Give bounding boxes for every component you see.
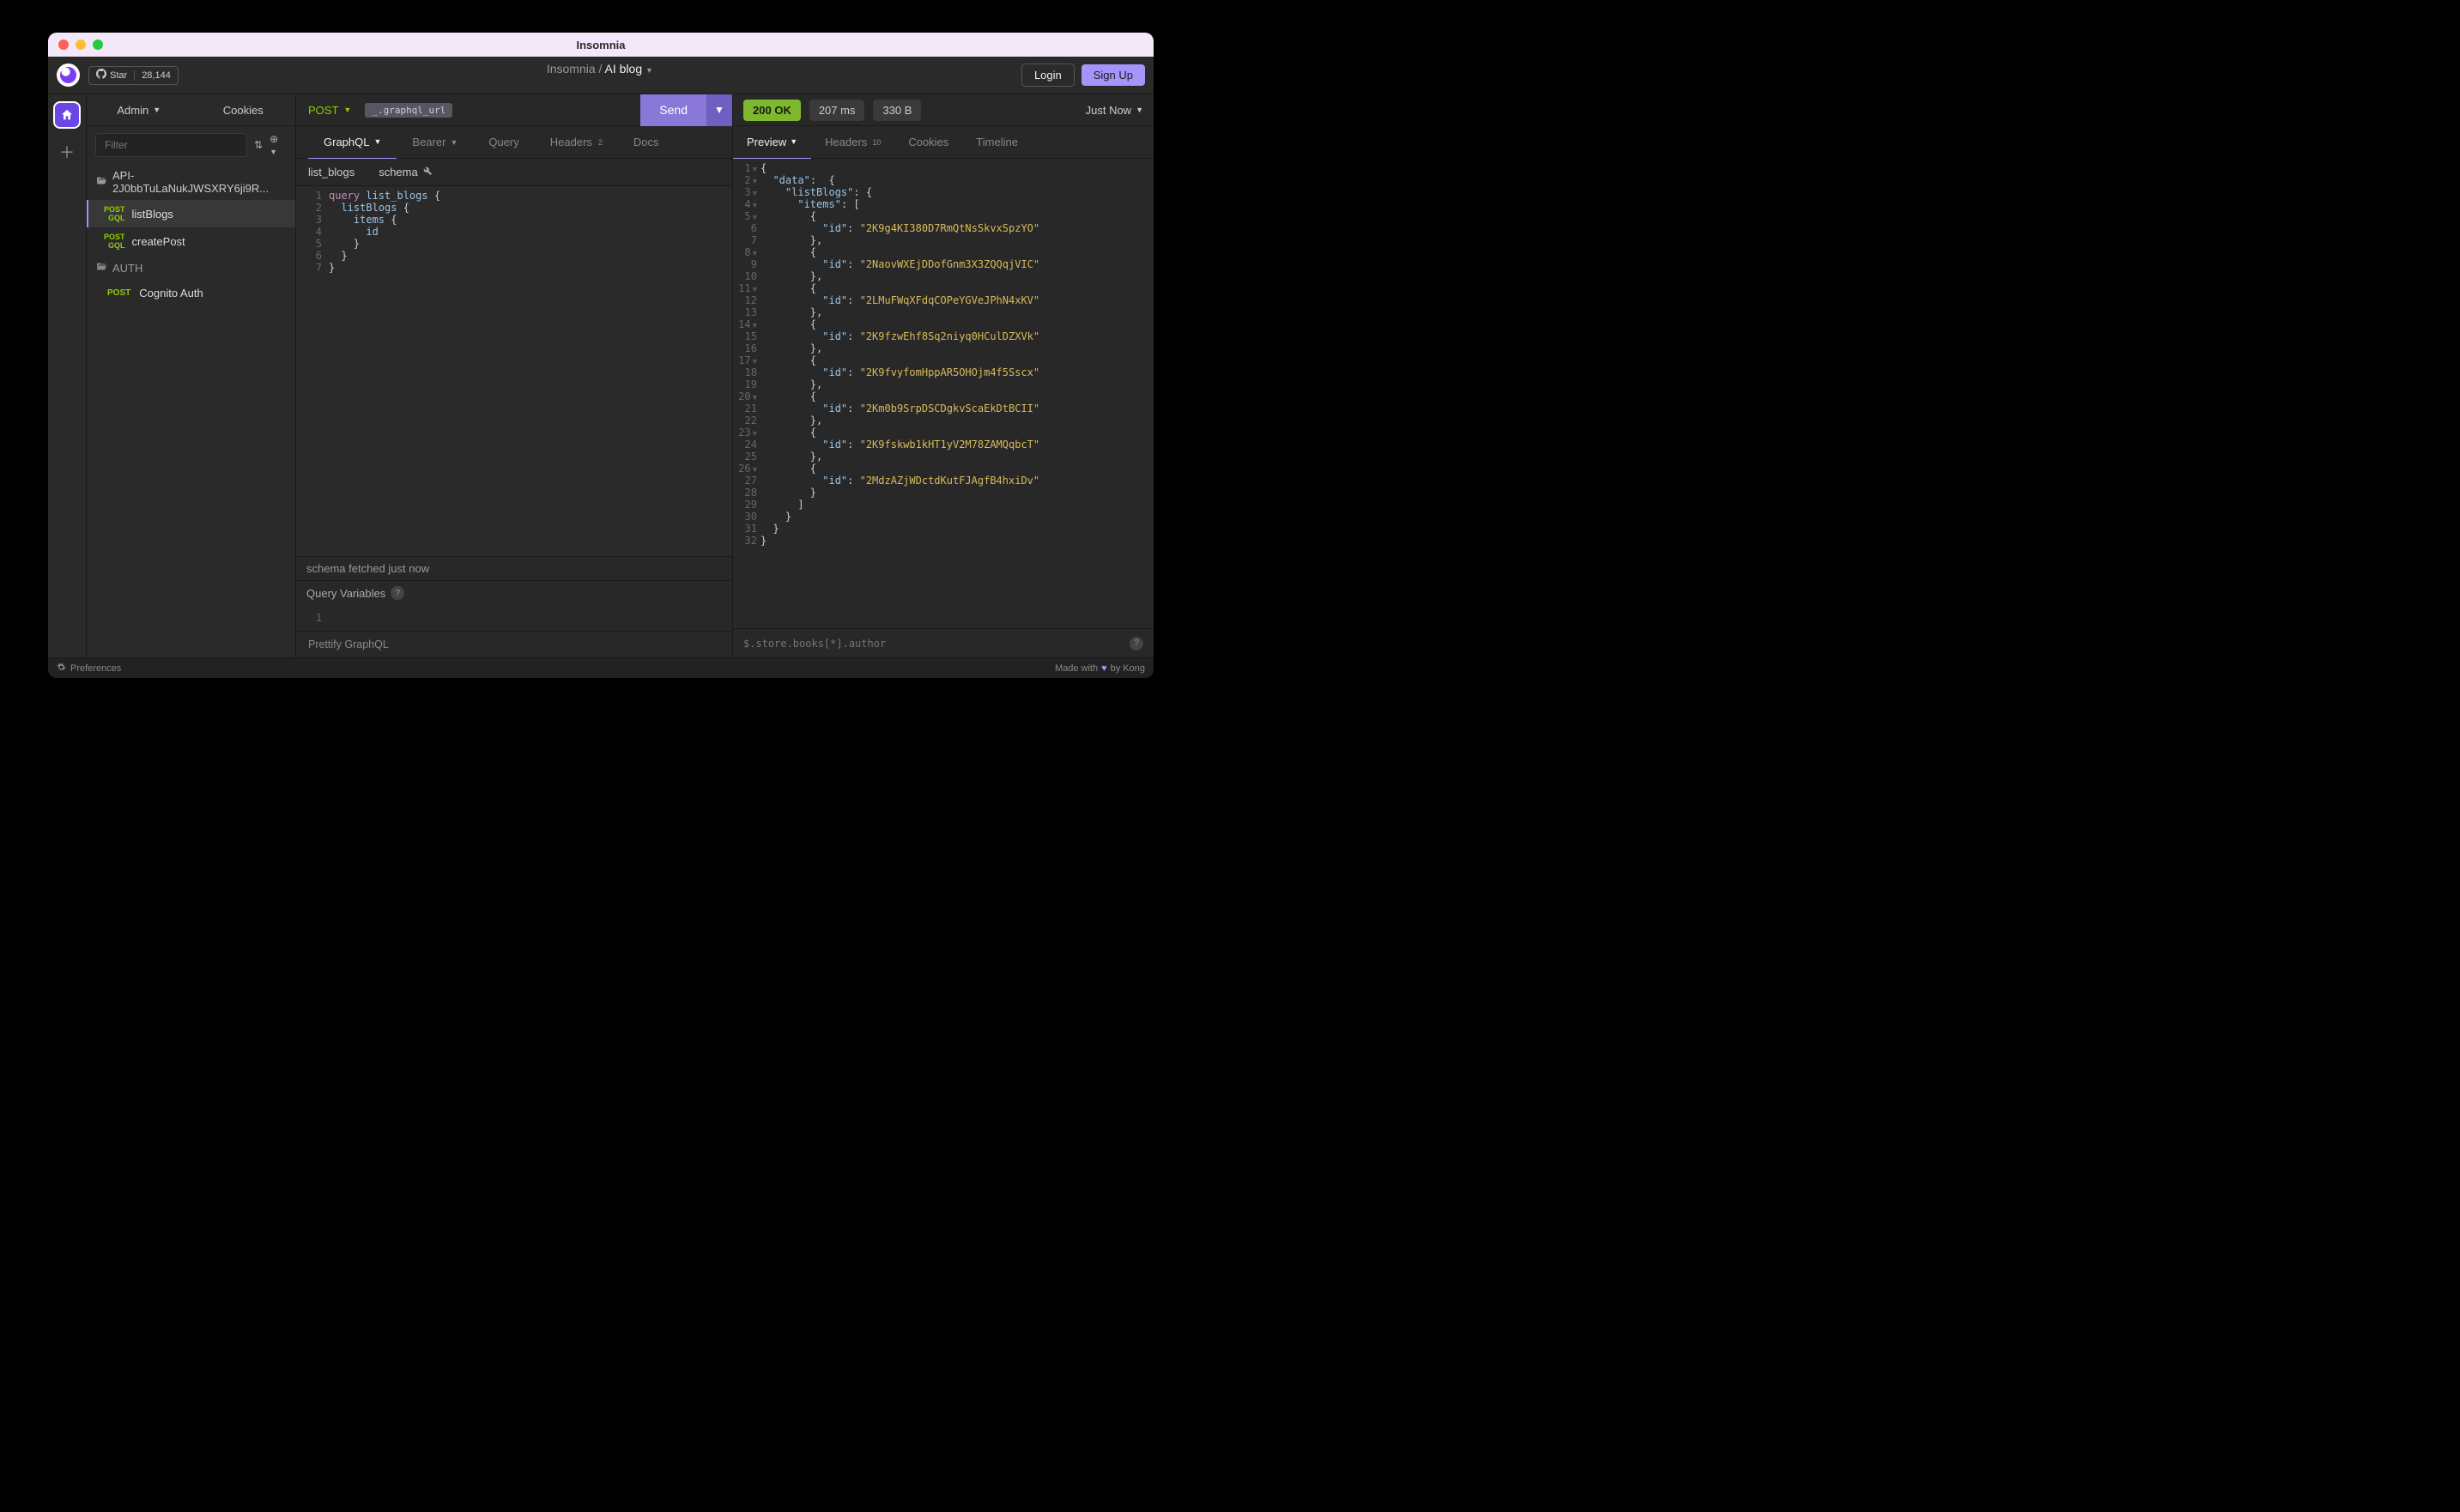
send-button[interactable]: Send [640, 94, 706, 126]
app-window: Insomnia Star 28,144 Insomnia / AI blog … [48, 33, 1154, 678]
breadcrumb: Insomnia / AI blog ▼ [187, 62, 1013, 76]
github-icon [96, 69, 106, 82]
query-variables-editor[interactable]: 1 [296, 605, 732, 631]
sort-icon[interactable]: ⇅ [254, 139, 263, 151]
response-tab-preview[interactable]: Preview ▼ [733, 126, 811, 159]
subtab-list-blogs[interactable]: list_blogs [308, 166, 354, 178]
chevron-down-icon: ▼ [373, 137, 381, 146]
response-status-row: 200 OK 207 ms 330 B Just Now ▼ [733, 94, 1154, 126]
sidebar-folder-auth[interactable]: AUTH [87, 255, 295, 281]
request-pane: POST ▼ _.graphql_url Send ▼ GraphQL ▼ Be… [296, 94, 733, 657]
method-badge: POSTGQL [104, 233, 125, 250]
add-request-button[interactable]: ⊕ ▼ [270, 133, 287, 157]
folder-label: API-2J0bbTuLaNukJWSXRY6ji9R... [112, 169, 287, 195]
sidebar-folder-api[interactable]: API-2J0bbTuLaNukJWSXRY6ji9R... [87, 164, 295, 200]
chevron-down-icon: ▼ [343, 106, 351, 114]
graphql-subtabs: list_blogs schema [296, 159, 732, 186]
response-tab-cookies[interactable]: Cookies [894, 126, 962, 159]
sidebar-tabs: Admin ▼ Cookies [87, 94, 295, 126]
method-badge: POSTGQL [104, 205, 125, 222]
chevron-down-icon: ▼ [153, 106, 161, 114]
breadcrumb-root[interactable]: Insomnia [547, 62, 596, 76]
signup-button[interactable]: Sign Up [1082, 64, 1145, 86]
graphql-editor[interactable]: 1234567 query list_blogs { listBlogs { i… [296, 186, 732, 556]
preferences-link[interactable]: Preferences [70, 663, 121, 674]
login-button[interactable]: Login [1021, 64, 1075, 87]
size-pill: 330 B [873, 100, 921, 121]
footer: Preferences Made with ♥ by Kong [48, 657, 1154, 678]
response-tab-timeline[interactable]: Timeline [962, 126, 1032, 159]
add-workspace-button[interactable]: ＋ [59, 141, 75, 163]
prettify-graphql-button[interactable]: Prettify GraphQL [296, 631, 732, 657]
github-star-widget[interactable]: Star 28,144 [88, 66, 179, 85]
chevron-down-icon: ▼ [790, 137, 797, 146]
github-star-label: Star [110, 70, 127, 81]
github-star-count: 28,144 [134, 70, 178, 81]
window-title: Insomnia [48, 39, 1154, 51]
folder-open-icon [95, 262, 107, 275]
request-tab-docs[interactable]: Docs [618, 126, 675, 159]
heart-icon: ♥ [1101, 663, 1107, 674]
sidebar-item-cognito-auth[interactable]: POST Cognito Auth [87, 281, 295, 305]
response-tabs: Preview ▼ Headers10 Cookies Timeline [733, 126, 1154, 159]
sidebar-item-createpost[interactable]: POSTGQLcreatePost [87, 227, 295, 255]
sidebar-filter-input[interactable] [95, 133, 247, 157]
app-logo[interactable] [57, 64, 80, 87]
chevron-down-icon: ▼ [1136, 106, 1143, 114]
left-rail: ＋ [48, 94, 87, 657]
home-button[interactable] [53, 101, 81, 129]
titlebar: Insomnia [48, 33, 1154, 57]
wrench-icon [422, 166, 433, 178]
chevron-down-icon[interactable]: ▼ [645, 66, 653, 75]
insomnia-logo-icon [60, 67, 76, 83]
subtab-schema[interactable]: schema [379, 166, 433, 178]
request-tab-headers[interactable]: Headers2 [535, 126, 618, 159]
response-filter-row: ? [733, 628, 1154, 657]
chevron-down-icon: ▼ [450, 138, 457, 147]
home-icon [60, 108, 74, 122]
response-tab-headers[interactable]: Headers10 [811, 126, 894, 159]
history-dropdown[interactable]: Just Now ▼ [1086, 104, 1143, 117]
method-selector[interactable]: POST ▼ [308, 104, 351, 117]
jsonpath-filter-input[interactable] [743, 638, 1130, 650]
sidebar: Admin ▼ Cookies ⇅ ⊕ ▼ API-2J0bbTuLaNukJW… [87, 94, 296, 657]
status-pill: 200 OK [743, 100, 801, 121]
schema-status: schema fetched just now [296, 556, 732, 580]
time-pill: 207 ms [809, 100, 865, 121]
url-variable-chip[interactable]: _.graphql_url [365, 103, 452, 118]
sidebar-tab-cookies[interactable]: Cookies [191, 94, 296, 125]
send-dropdown-button[interactable]: ▼ [706, 94, 732, 126]
request-tab-query[interactable]: Query [473, 126, 534, 159]
request-tab-graphql[interactable]: GraphQL ▼ [308, 126, 397, 159]
main-body: ＋ Admin ▼ Cookies ⇅ ⊕ ▼ API-2J0bbTuLaNuk… [48, 94, 1154, 657]
header-bar: Star 28,144 Insomnia / AI blog ▼ Login S… [48, 57, 1154, 94]
response-json-viewer[interactable]: 1▼2▼3▼4▼5▼678▼91011▼121314▼151617▼181920… [733, 159, 1154, 628]
url-bar: POST ▼ _.graphql_url Send ▼ [296, 94, 732, 126]
sidebar-item-listblogs[interactable]: POSTGQLlistBlogs [87, 200, 295, 227]
request-tabs: GraphQL ▼ Bearer ▼ Query Headers2 Docs [296, 126, 732, 159]
breadcrumb-workspace[interactable]: AI blog [605, 62, 643, 76]
folder-open-icon [95, 176, 107, 189]
method-badge-post: POST [107, 288, 130, 298]
help-icon[interactable]: ? [1130, 637, 1143, 650]
gear-icon [57, 662, 66, 674]
request-tab-bearer[interactable]: Bearer ▼ [397, 126, 473, 159]
help-icon[interactable]: ? [391, 586, 404, 600]
response-pane: 200 OK 207 ms 330 B Just Now ▼ Preview ▼… [733, 94, 1154, 657]
sidebar-tab-admin[interactable]: Admin ▼ [87, 94, 191, 125]
query-variables-header[interactable]: Query Variables ? [296, 580, 732, 605]
